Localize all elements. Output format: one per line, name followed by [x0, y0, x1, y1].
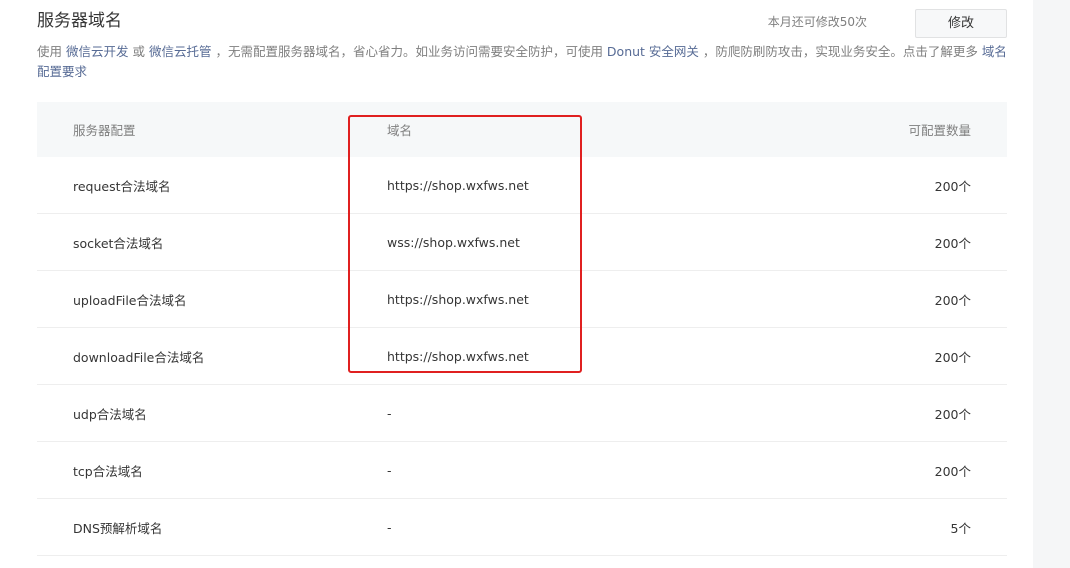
config-cell: downloadFile合法域名: [73, 349, 205, 365]
config-cell: DNS预解析域名: [73, 520, 163, 536]
count-cell: 200个: [934, 463, 971, 479]
server-domain-card: 服务器域名 本月还可修改50次 修改 使用 微信云开发 或 微信云托管 ，无需配…: [0, 0, 1033, 568]
table-row: request合法域名 https://shop.wxfws.net 200个: [37, 157, 1007, 214]
section-title: 服务器域名: [37, 11, 122, 31]
domain-cell: https://shop.wxfws.net: [387, 348, 529, 364]
donut-security-gateway-link[interactable]: Donut 安全网关: [607, 44, 699, 59]
domain-cell: -: [387, 462, 392, 478]
domain-cell: wss://shop.wxfws.net: [387, 234, 520, 250]
table-row: socket合法域名 wss://shop.wxfws.net 200个: [37, 214, 1007, 271]
table-row: uploadFile合法域名 https://shop.wxfws.net 20…: [37, 271, 1007, 328]
count-cell: 5个: [950, 520, 971, 536]
domain-table: 服务器配置 域名 可配置数量 request合法域名 https://shop.…: [37, 102, 1007, 556]
header-server-config: 服务器配置: [73, 123, 136, 138]
edit-button[interactable]: 修改: [915, 9, 1007, 38]
count-cell: 200个: [934, 235, 971, 251]
desc-text-4: ，防爬防刷防攻击，实现业务安全。点击了解更多: [698, 44, 982, 59]
count-cell: 200个: [934, 178, 971, 194]
description-text: 使用 微信云开发 或 微信云托管 ，无需配置服务器域名，省心省力。如业务访问需要…: [37, 42, 1007, 82]
table-row: tcp合法域名 - 200个: [37, 442, 1007, 499]
count-cell: 200个: [934, 292, 971, 308]
table-row: downloadFile合法域名 https://shop.wxfws.net …: [37, 328, 1007, 385]
domain-cell: https://shop.wxfws.net: [387, 291, 529, 307]
config-cell: tcp合法域名: [73, 463, 143, 479]
page-background-gutter: [1033, 0, 1070, 568]
wechat-cloud-hosting-link[interactable]: 微信云托管: [149, 44, 212, 59]
table-row: udp合法域名 - 200个: [37, 385, 1007, 442]
count-cell: 200个: [934, 349, 971, 365]
domain-cell: -: [387, 519, 392, 535]
domain-cell: -: [387, 405, 392, 421]
table-header-row: 服务器配置 域名 可配置数量: [37, 102, 1007, 157]
header-count: 可配置数量: [908, 123, 971, 138]
header-domain: 域名: [387, 123, 413, 138]
config-cell: uploadFile合法域名: [73, 292, 187, 308]
config-cell: socket合法域名: [73, 235, 164, 251]
desc-text-3: ，无需配置服务器域名，省心省力。如业务访问需要安全防护，可使用: [211, 44, 607, 59]
desc-text-1: 使用: [37, 44, 66, 59]
desc-text-2: 或: [128, 44, 149, 59]
count-cell: 200个: [934, 406, 971, 422]
config-cell: request合法域名: [73, 178, 171, 194]
domain-cell: https://shop.wxfws.net: [387, 177, 529, 193]
remaining-edits-text: 本月还可修改50次: [767, 15, 867, 29]
table-row: DNS预解析域名 - 5个: [37, 499, 1007, 556]
wechat-cloud-dev-link[interactable]: 微信云开发: [66, 44, 129, 59]
config-cell: udp合法域名: [73, 406, 147, 422]
